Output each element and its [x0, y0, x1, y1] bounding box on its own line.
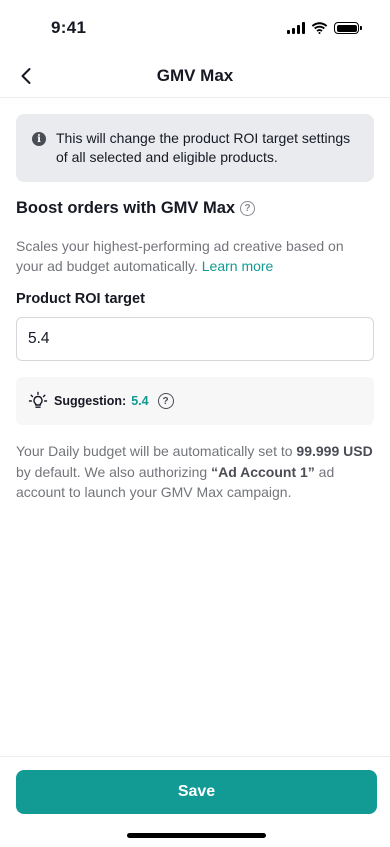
learn-more-link[interactable]: Learn more	[202, 258, 274, 274]
notice-text: This will change the product ROI target …	[56, 130, 351, 165]
description-text: Scales your highest-performing ad creati…	[16, 238, 344, 274]
ad-account-name: “Ad Account 1”	[211, 463, 315, 480]
status-time: 9:41	[51, 18, 87, 37]
page-title: GMV Max	[156, 66, 234, 85]
budget-amount: 99.999 USD	[296, 443, 373, 459]
battery-icon	[334, 22, 362, 34]
roi-target-input[interactable]	[16, 317, 374, 361]
section-title-text: Boost orders with GMV Max	[16, 199, 236, 217]
save-button[interactable]: Save	[16, 770, 377, 814]
notice-banner: i This will change the product ROI targe…	[16, 114, 374, 182]
wifi-icon	[311, 22, 328, 34]
suggestion-label: Suggestion:	[54, 394, 127, 408]
nav-bar: GMV Max	[0, 54, 390, 98]
roi-target-label: Product ROI target	[16, 291, 145, 307]
suggestion-value[interactable]: 5.4	[131, 394, 148, 408]
section-description: Scales your highest-performing ad creati…	[16, 236, 374, 276]
status-icons	[287, 22, 362, 34]
section-title: Boost orders with GMV Max ?	[16, 199, 256, 218]
status-bar: 9:41	[0, 0, 390, 54]
cellular-signal-icon	[287, 22, 305, 34]
lightbulb-icon	[28, 391, 48, 408]
question-circle-icon[interactable]: ?	[157, 393, 174, 409]
info-text-part1: Your Daily budget will be automatically …	[16, 443, 297, 459]
info-text-part2: by default. We also authorizing	[16, 463, 212, 480]
question-circle-icon[interactable]: ?	[240, 201, 256, 216]
home-indicator	[127, 833, 266, 838]
info-icon: i	[32, 132, 46, 146]
footer-divider	[0, 756, 390, 757]
suggestion-box: Suggestion: 5.4 ?	[16, 377, 374, 425]
budget-info-text: Your Daily budget will be automatically …	[16, 441, 374, 503]
